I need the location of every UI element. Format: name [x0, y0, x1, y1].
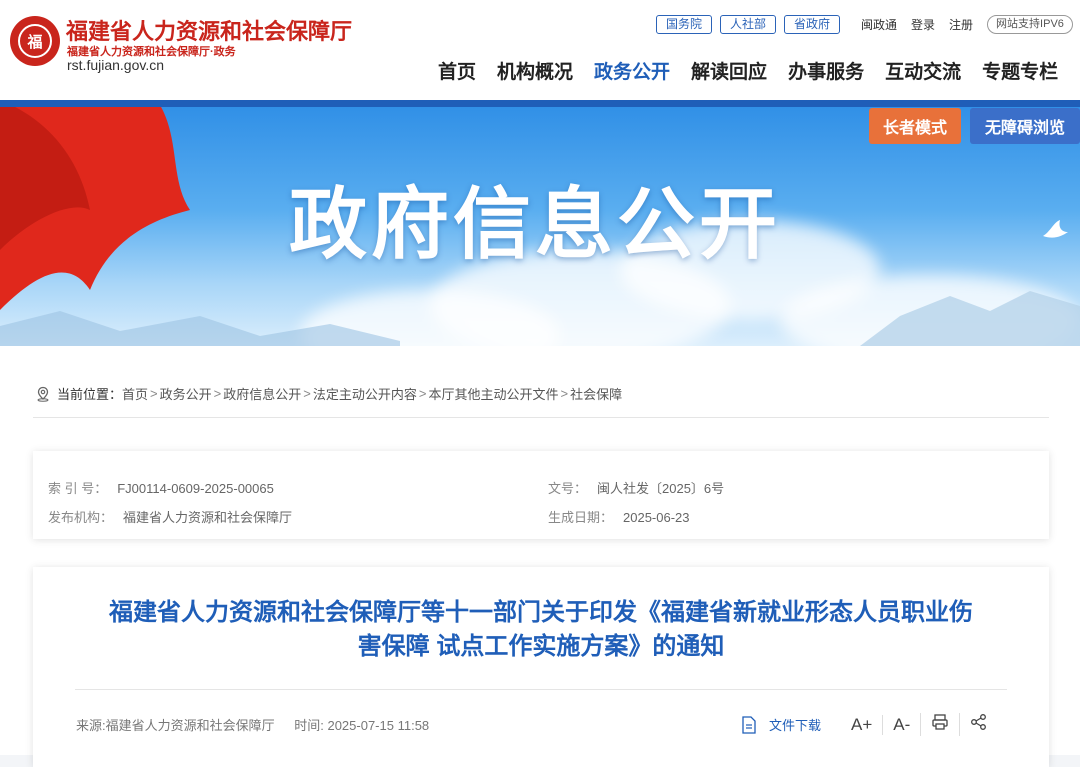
breadcrumb: 当前位置： 首页 > 政务公开 > 政府信息公开 > 法定主动公开内容 > 本厅其他主动…: [35, 384, 622, 403]
meta-index: 索 引 号： FJ00114-0609-2025-00065: [48, 478, 274, 497]
file-download-label: 文件下载: [769, 718, 822, 733]
location-icon: [37, 386, 49, 402]
print-button[interactable]: [920, 713, 959, 736]
nav-home[interactable]: 首页: [438, 57, 476, 84]
meta-doc-no-value: 闽人社发〔2025〕6号: [597, 481, 725, 496]
meta-publisher: 发布机构： 福建省人力资源和社会保障厅: [48, 507, 292, 526]
link-register[interactable]: 注册: [949, 16, 973, 33]
article-card: 福建省人力资源和社会保障厅等十一部门关于印发《福建省新就业形态人员职业伤 害保障…: [33, 567, 1049, 767]
main-content: 当前位置： 首页 > 政务公开 > 政府信息公开 > 法定主动公开内容 > 本厅其他主动…: [0, 346, 1080, 767]
nav-interpretation[interactable]: 解读回应: [691, 57, 767, 84]
site-name[interactable]: 福建省人力资源和社会保障厅: [66, 14, 352, 46]
dove-icon: [1043, 220, 1068, 238]
meta-created: 生成日期： 2025-06-23: [548, 507, 690, 526]
banner-title: 政府信息公开: [289, 180, 782, 268]
font-increase-button[interactable]: A+: [841, 715, 882, 735]
ipv6-badge: 网站支持IPV6: [987, 15, 1073, 34]
font-decrease-button[interactable]: A-: [882, 714, 920, 735]
breadcrumb-item-social-security[interactable]: 社会保障: [570, 384, 622, 403]
tag-state-council[interactable]: 国务院: [656, 15, 713, 34]
meta-created-value: 2025-06-23: [623, 510, 690, 525]
banner: 政府信息公开 长者模式 无障碍浏览: [0, 100, 1080, 346]
banner-top-strip: [0, 100, 1080, 107]
article-time: 时间: 2025-07-15 11:58: [294, 718, 430, 733]
tag-provincial-gov[interactable]: 省政府: [784, 15, 841, 34]
breadcrumb-item-other-docs[interactable]: 本厅其他主动公开文件: [428, 384, 558, 403]
divider: [75, 689, 1007, 690]
main-nav: 首页 机构概况 政务公开 解读回应 办事服务 互动交流 专题专栏: [438, 57, 1058, 84]
breadcrumb-separator: >: [560, 386, 569, 401]
meta-doc-no: 文号： 闽人社发〔2025〕6号: [548, 478, 724, 497]
breadcrumb-separator: >: [150, 386, 158, 401]
breadcrumb-item-gov-affairs[interactable]: 政务公开: [160, 384, 212, 403]
divider: [33, 417, 1049, 418]
article-info: 来源:福建省人力资源和社会保障厅 时间: 2025-07-15 11:58: [76, 715, 429, 734]
top-links: 闽政通 登录 注册 网站支持IPV6: [861, 15, 1073, 34]
breadcrumb-separator: >: [418, 386, 427, 401]
nav-services[interactable]: 办事服务: [788, 57, 864, 84]
site-domain: rst.fujian.gov.cn: [67, 57, 165, 73]
elder-mode-button[interactable]: 长者模式: [869, 108, 961, 144]
nav-organization[interactable]: 机构概况: [497, 57, 573, 84]
mountain-silhouette: [0, 291, 1080, 346]
nav-topics[interactable]: 专题专栏: [982, 57, 1058, 84]
breadcrumb-item-statutory[interactable]: 法定主动公开内容: [313, 384, 417, 403]
logo-seal-inner: 福: [18, 24, 52, 58]
nav-gov-affairs[interactable]: 政务公开: [594, 57, 670, 84]
breadcrumb-item-gov-info[interactable]: 政府信息公开: [223, 384, 301, 403]
meta-publisher-value: 福建省人力资源和社会保障厅: [123, 510, 293, 525]
meta-publisher-label: 发布机构：: [48, 510, 114, 525]
breadcrumb-item-home[interactable]: 首页: [122, 384, 148, 403]
file-download-button[interactable]: 文件下载: [741, 715, 821, 734]
print-icon: [932, 714, 948, 730]
meta-doc-no-label: 文号：: [548, 481, 588, 496]
tag-mohrss[interactable]: 人社部: [720, 15, 777, 34]
breadcrumb-separator: >: [213, 386, 222, 401]
breadcrumb-label: 当前位置：: [57, 387, 123, 402]
article-title-line-1: 福建省人力资源和社会保障厅等十一部门关于印发《福建省新就业形态人员职业伤: [109, 599, 973, 626]
article-title-line-2: 害保障 试点工作实施方案》的通知: [357, 633, 725, 660]
meta-index-label: 索 引 号：: [48, 481, 108, 496]
document-icon: [742, 715, 756, 734]
breadcrumb-separator: >: [303, 386, 311, 401]
top-tags: 国务院 人社部 省政府: [656, 15, 841, 34]
link-minzhengtong[interactable]: 闽政通: [861, 16, 897, 33]
logo-seal-icon[interactable]: 福: [10, 16, 60, 66]
meta-created-label: 生成日期：: [548, 510, 614, 525]
article-title: 福建省人力资源和社会保障厅等十一部门关于印发《福建省新就业形态人员职业伤 害保障…: [53, 596, 1029, 664]
site-header: 福 福建省人力资源和社会保障厅 福建省人力资源和社会保障厅·政务 rst.fuj…: [0, 0, 1080, 100]
article-source: 来源:福建省人力资源和社会保障厅: [76, 718, 275, 733]
article-tools: 文件下载 A+ A-: [741, 713, 998, 736]
link-login[interactable]: 登录: [911, 16, 935, 33]
meta-index-value: FJ00114-0609-2025-00065: [117, 481, 274, 496]
accessible-browse-button[interactable]: 无障碍浏览: [970, 108, 1080, 144]
document-meta-box: 索 引 号： FJ00114-0609-2025-00065 文号： 闽人社发〔20…: [33, 451, 1049, 539]
share-button[interactable]: [959, 713, 998, 736]
share-icon: [971, 714, 987, 730]
nav-interaction[interactable]: 互动交流: [885, 57, 961, 84]
